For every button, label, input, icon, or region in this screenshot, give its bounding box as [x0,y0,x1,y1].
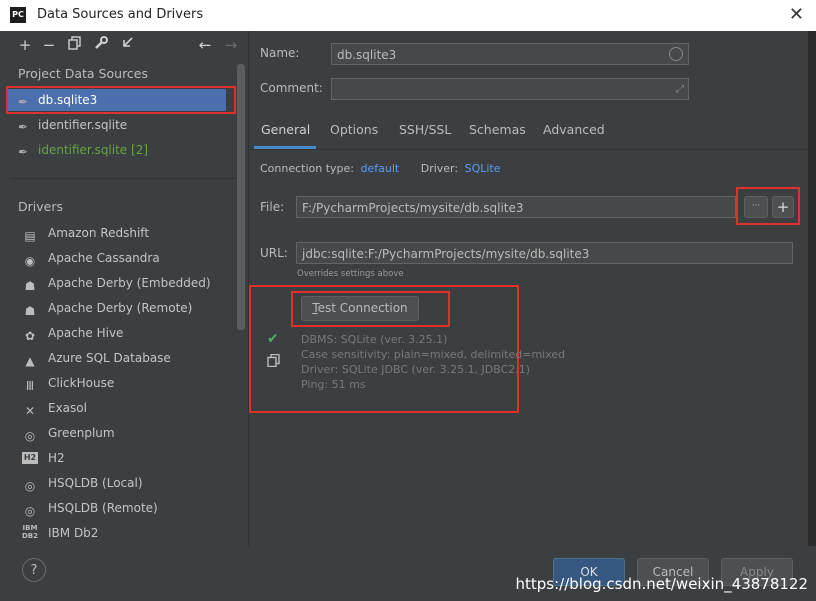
greenplum-icon: ◎ [24,429,36,443]
clickhouse-bars-icon: Ⅲ [25,379,35,393]
hsqldb-icon: ◎ [24,504,36,518]
tab-separator [248,149,808,150]
hive-bee-icon: ✿ [24,329,36,343]
driver-label: Apache Hive [48,326,124,340]
highlight-box-file-buttons [736,187,800,225]
datasource-label: identifier.sqlite [2] [38,143,149,157]
ibm-db2-icon: IBM DB2 [22,524,39,540]
test-connection-button[interactable]: Test Connection [301,296,419,321]
url-input[interactable]: jdbc:sqlite:F:/PycharmProjects/mysite/db… [296,242,793,264]
name-label: Name: [260,46,300,60]
url-label: URL: [260,246,288,260]
driver-label: Apache Derby (Remote) [48,301,193,315]
connection-type-row: Connection type: default Driver: SQLite [260,162,501,175]
add-icon[interactable]: + [14,31,36,59]
result-line: Driver: SQLite JDBC (ver. 3.25.1, JDBC2.… [301,363,531,376]
left-toolbar: + − ← → [10,31,248,59]
result-line: Ping: 51 ms [301,378,366,391]
name-input-value: db.sqlite3 [337,48,397,62]
datasource-label: identifier.sqlite [38,118,128,132]
name-input[interactable]: db.sqlite3 [331,43,689,65]
driver-label: Apache Cassandra [48,251,160,265]
driver-item[interactable]: ☗ Apache Derby (Embedded) [10,271,230,295]
success-check-icon: ✔ [267,331,279,347]
drivers-header: Drivers [18,199,63,214]
driver-item[interactable]: ◉ Apache Cassandra [10,246,230,270]
import-icon[interactable] [116,31,138,59]
driver-link[interactable]: SQLite [465,162,501,175]
driver-label: IBM Db2 [48,526,99,540]
azure-icon: ▲ [25,354,35,368]
driver-label: Azure SQL Database [48,351,171,365]
overrides-note: Overrides settings above [297,269,404,279]
help-button[interactable]: ? [22,558,46,582]
driver-item[interactable]: ▲ Azure SQL Database [10,346,230,370]
driver-label: ClickHouse [48,376,115,390]
cassandra-eye-icon: ◉ [24,254,36,268]
connection-type-label: Connection type: [260,162,355,175]
result-line: Case sensitivity: plain=mixed, delimited… [301,348,566,361]
divider [10,178,238,179]
copy-icon[interactable] [64,31,86,59]
datasource-item-identifier-sqlite-2[interactable]: ✒ identifier.sqlite [2] [8,139,226,161]
back-arrow-icon[interactable]: ← [194,31,216,59]
color-circle-icon[interactable] [669,47,683,61]
derby-hat-icon: ☗ [24,304,36,318]
title-bar: PC Data Sources and Drivers ✕ [0,0,816,31]
driver-item[interactable]: ✿ Apache Hive [10,321,230,345]
driver-item[interactable]: ◎ Greenplum [10,421,230,445]
h2-icon: H2 [22,452,38,464]
redshift-icon: ▤ [24,229,36,243]
exasol-x-icon: ✕ [24,404,36,418]
datasource-item-identifier-sqlite[interactable]: ✒ identifier.sqlite [8,114,226,136]
driver-label: Amazon Redshift [48,226,150,240]
connection-type-link[interactable]: default [361,162,400,175]
project-data-sources-header: Project Data Sources [18,66,149,81]
driver-label: Greenplum [48,426,115,440]
driver-item[interactable]: H2 H2 [10,446,230,470]
forward-arrow-icon[interactable]: → [220,31,242,59]
file-input[interactable]: F:/PycharmProjects/mysite/db.sqlite3 [296,196,736,218]
close-icon[interactable]: ✕ [789,4,804,25]
sqlite-feather-icon: ✒ [18,145,29,159]
tab-general[interactable]: General [261,122,310,137]
hsqldb-icon: ◎ [24,479,36,493]
tab-schemas[interactable]: Schemas [469,122,526,137]
driver-label: H2 [48,451,65,465]
tab-active-indicator [254,146,316,149]
remove-icon[interactable]: − [38,31,60,59]
driver-item[interactable]: ☗ Apache Derby (Remote) [10,296,230,320]
background-window-strip [808,31,816,546]
left-scrollbar[interactable] [237,64,245,330]
window-title: Data Sources and Drivers [37,7,204,22]
copy-result-icon[interactable] [267,353,280,370]
derby-hat-icon: ☗ [24,279,36,293]
watermark-text: https://blog.csdn.net/weixin_43878122 [515,575,808,593]
driver-item[interactable]: ◎ HSQLDB (Remote) [10,496,230,520]
driver-item[interactable]: Ⅲ ClickHouse [10,371,230,395]
tab-options[interactable]: Options [330,122,378,137]
expand-icon[interactable]: ⤢ [676,79,684,101]
driver-item[interactable]: ✕ Exasol [10,396,230,420]
driver-label: Apache Derby (Embedded) [48,276,211,290]
driver-label: HSQLDB (Remote) [48,501,158,515]
driver-item[interactable]: ▤ Amazon Redshift [10,221,230,245]
pycharm-logo-icon: PC [10,7,26,23]
driver-label: Exasol [48,401,87,415]
driver-item[interactable]: ◎ HSQLDB (Local) [10,471,230,495]
tab-ssh-ssl[interactable]: SSH/SSL [399,122,451,137]
driver-label: HSQLDB (Local) [48,476,143,490]
comment-input[interactable]: ⤢ [331,78,689,100]
sqlite-feather-icon: ✒ [18,120,29,134]
test-connection-label: est Connection [317,301,408,315]
driver-item[interactable]: IBM DB2 IBM Db2 [10,521,230,545]
comment-label: Comment: [260,81,323,95]
result-line: DBMS: SQLite (ver. 3.25.1) [301,333,448,346]
highlight-box-datasource [6,86,236,114]
wrench-icon[interactable] [90,31,112,59]
file-label: File: [260,200,285,214]
tab-advanced[interactable]: Advanced [543,122,605,137]
driver-label: Driver: [420,162,459,175]
